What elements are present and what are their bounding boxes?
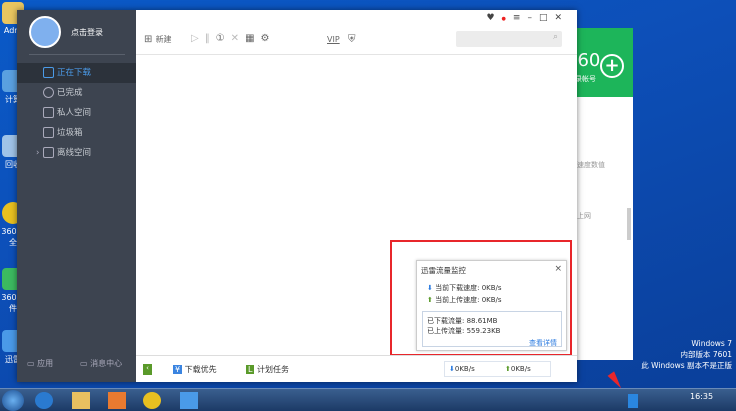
start-button[interactable] <box>2 390 24 411</box>
maximize-icon[interactable]: □ <box>539 13 555 23</box>
sidebar-item-private[interactable]: 私人空间 <box>17 103 136 123</box>
search-input[interactable]: ⌕ <box>456 31 562 47</box>
settings-icon[interactable]: ⚙ <box>261 33 276 44</box>
close-icon[interactable]: × <box>554 264 562 274</box>
scrollbar[interactable] <box>627 208 631 240</box>
sidebar: 点击登录 正在下载 已完成 私人空间 垃圾箱 › 离线空间 ▭ 应用 ▭ 消息中心 <box>17 10 136 382</box>
login-link[interactable]: 点击登录 <box>71 27 103 38</box>
sidebar-item-trash[interactable]: 垃圾箱 <box>17 123 136 143</box>
apps-button[interactable]: ▭ 应用 <box>27 358 53 369</box>
vip-button[interactable]: VIP <box>327 35 340 44</box>
traffic-monitor-popup: 迅雷流量监控 × ⬇ 当前下载速度: 0KB/s ⬆ 当前上传速度: 0KB/s… <box>416 260 567 351</box>
sidebar-item-offline[interactable]: › 离线空间 <box>17 143 136 163</box>
schedule-button[interactable]: L 计划任务 <box>246 364 289 375</box>
clock[interactable]: 16:35 <box>690 392 713 401</box>
taskbar: 16:35 <box>0 388 736 411</box>
speed-indicator[interactable]: ⬇0KB/s ⬆0KB/s <box>444 361 551 377</box>
arrow-down-icon: ⬇ <box>427 284 433 292</box>
collapse-button[interactable]: ‹ <box>143 364 152 375</box>
menu-icon[interactable]: ≡ <box>513 13 528 23</box>
explorer-icon[interactable] <box>72 392 90 409</box>
toolbar-actions: ▷‖①✕▦⚙ <box>191 33 275 44</box>
shield-icon[interactable]: ⛨ <box>348 34 356 45</box>
play-icon[interactable]: ▷ <box>191 33 205 44</box>
xunlei-icon[interactable] <box>180 392 198 409</box>
schedule-icon: L <box>246 365 255 374</box>
traffic-summary: 已下载流量: 88.61MB 已上传流量: 559.23KB 查看详情 <box>422 311 562 347</box>
avatar[interactable] <box>29 16 61 48</box>
search-icon: ⌕ <box>552 32 558 42</box>
download-icon <box>43 67 54 78</box>
media-icon[interactable] <box>108 392 126 409</box>
priority-icon: ¥ <box>173 365 183 374</box>
trash-icon <box>43 127 54 138</box>
sidebar-item-completed[interactable]: 已完成 <box>17 83 136 103</box>
grid-icon[interactable]: ▦ <box>245 33 260 44</box>
skin-icon[interactable]: ♥● <box>486 13 512 23</box>
sidebar-item-downloading[interactable]: 正在下载 <box>17 63 136 83</box>
windows-watermark: Windows 7 内部版本 7601 此 Windows 副本不是正版 <box>641 339 732 370</box>
tray-xunlei-icon[interactable] <box>628 394 638 408</box>
messages-button[interactable]: ▭ 消息中心 <box>80 358 122 369</box>
check-icon <box>43 87 54 98</box>
minimize-icon[interactable]: – <box>527 13 539 23</box>
chevron-right-icon: › <box>36 148 40 158</box>
close-icon[interactable]: ✕ <box>554 13 569 23</box>
view-details-link[interactable]: 查看详情 <box>529 338 557 348</box>
status-bar: ‹ ¥ 下载优先 L 计划任务 ⬇0KB/s ⬆0KB/s <box>136 355 577 382</box>
ie-icon[interactable] <box>35 392 53 409</box>
add-icon[interactable]: + <box>600 54 624 78</box>
pause-icon[interactable]: ‖ <box>205 33 216 44</box>
arrow-up-icon: ⬆ <box>427 296 433 304</box>
window-controls: ♥●≡–□✕ <box>486 13 569 23</box>
limit-icon[interactable]: ① <box>216 33 231 44</box>
divider <box>29 54 125 55</box>
360-icon[interactable] <box>143 392 161 409</box>
cloud-icon <box>43 147 54 158</box>
download-priority-button[interactable]: ¥ 下载优先 <box>173 364 217 375</box>
xunlei-window: 点击登录 正在下载 已完成 私人空间 垃圾箱 › 离线空间 ▭ 应用 ▭ 消息中心… <box>17 10 577 382</box>
new-task-button[interactable]: ⊞ 新建 <box>144 34 172 45</box>
delete-icon[interactable]: ✕ <box>231 33 245 44</box>
lock-icon <box>43 107 54 118</box>
